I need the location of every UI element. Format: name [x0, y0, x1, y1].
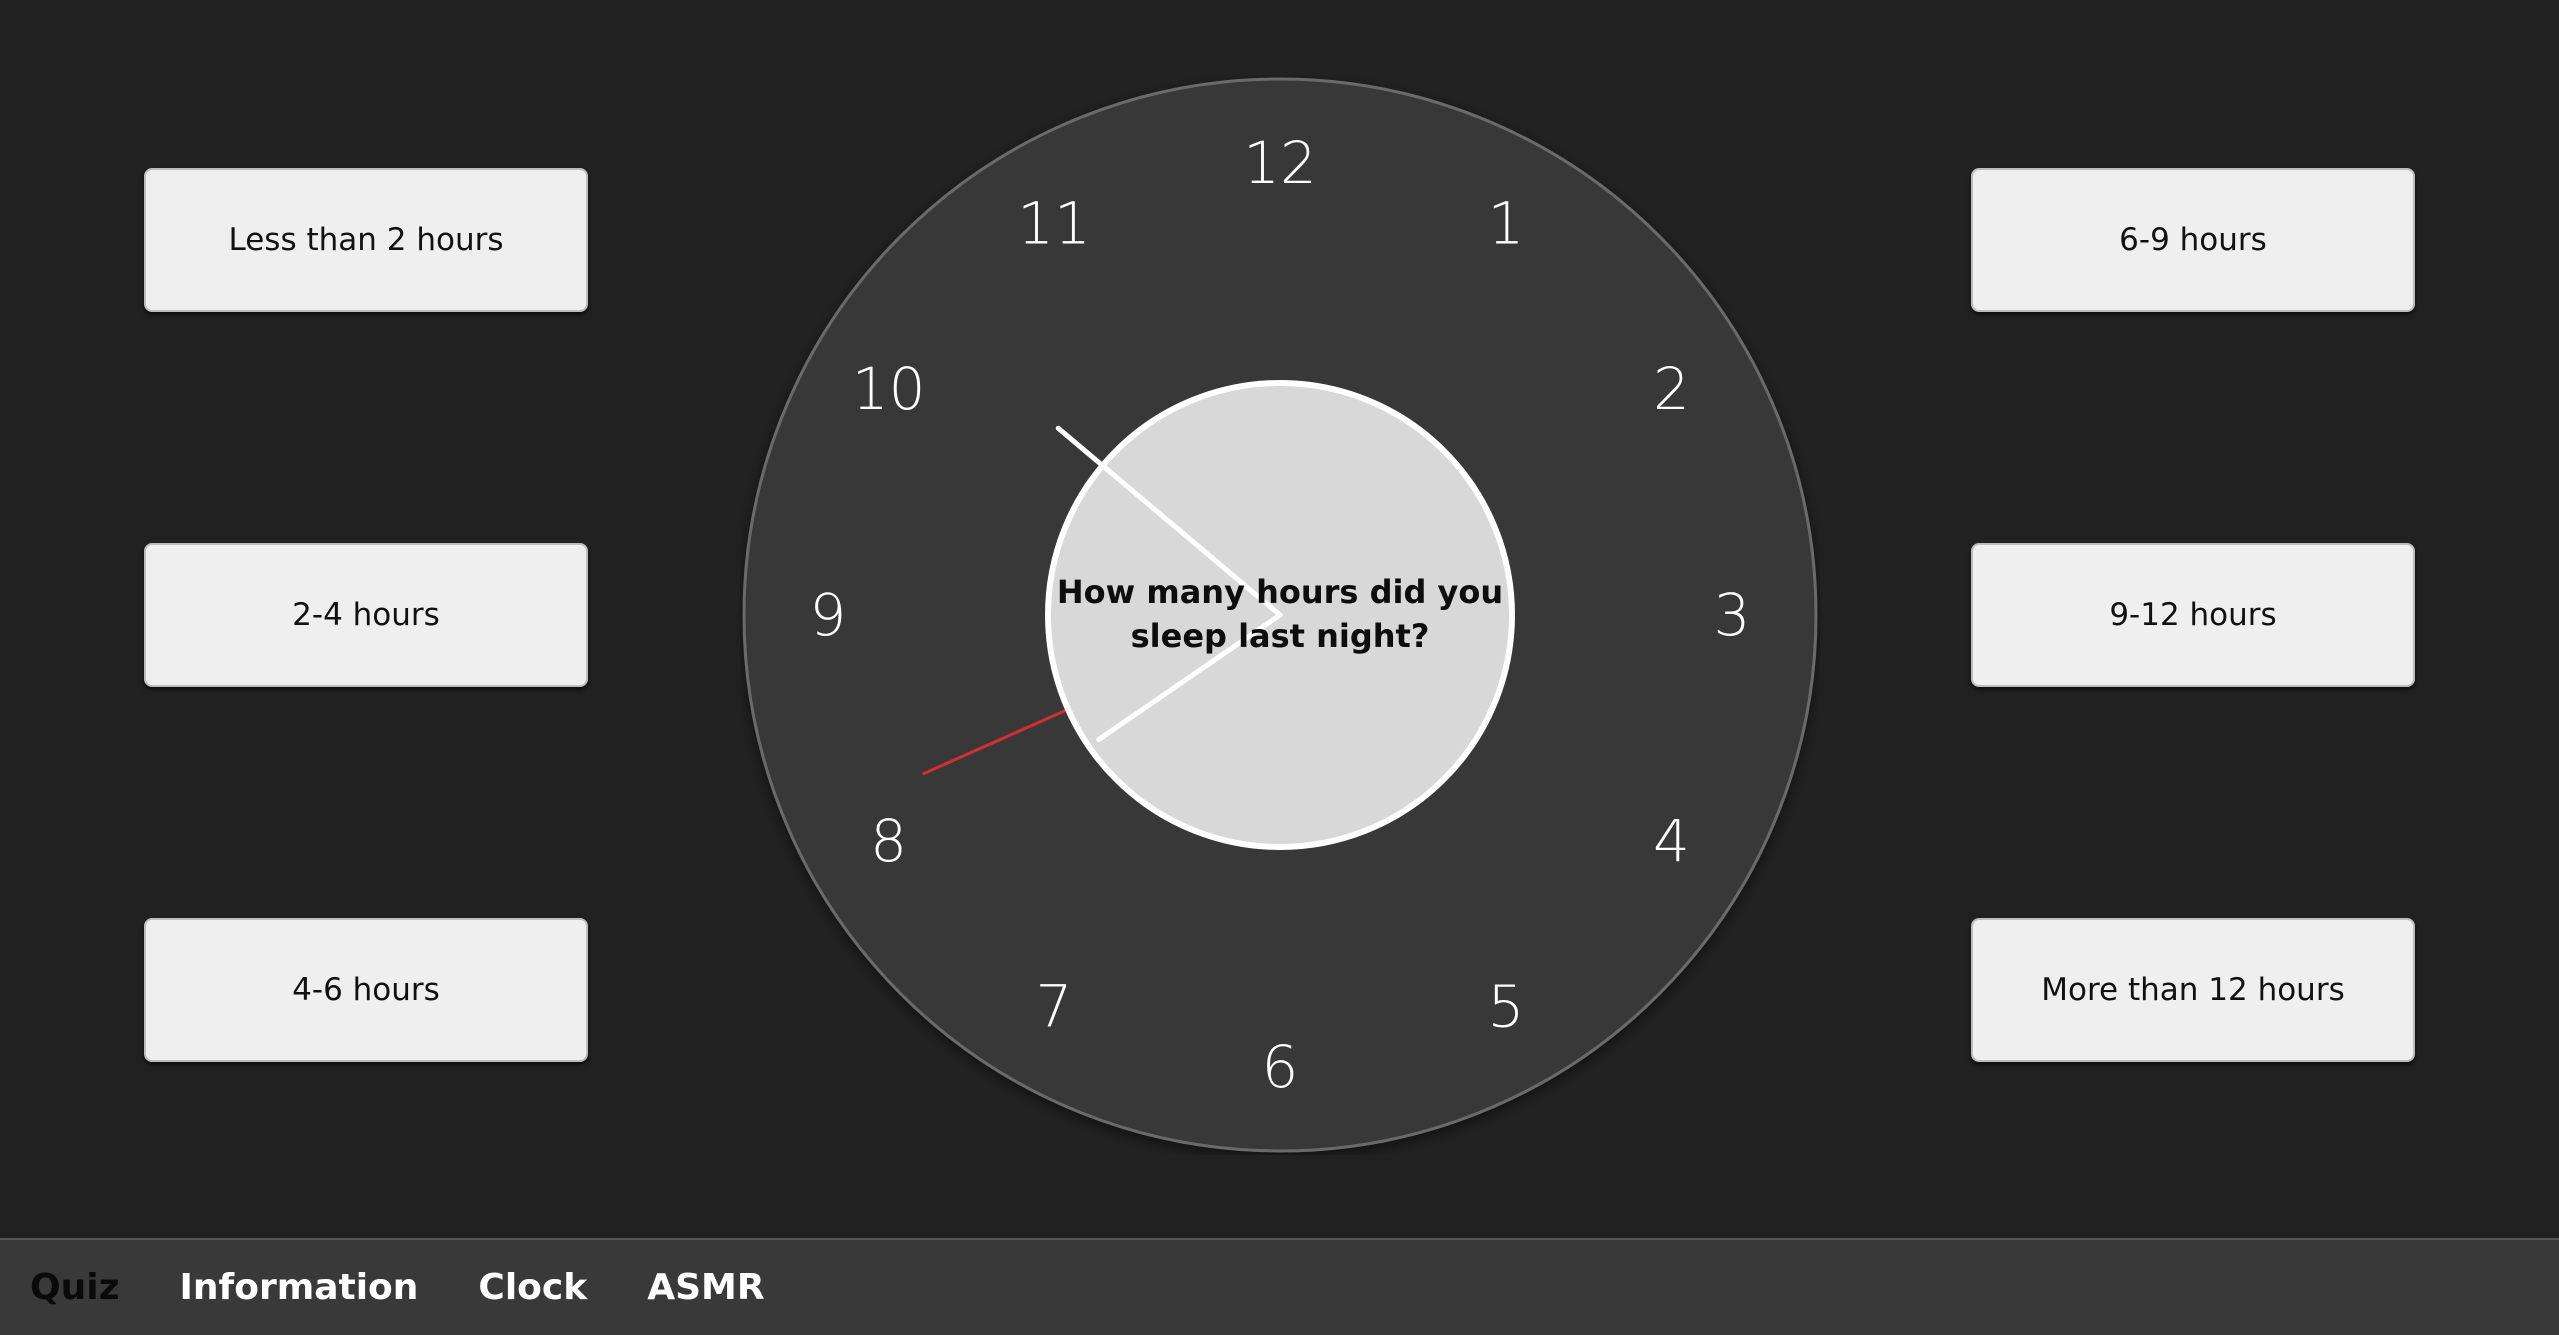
clock-numeral-4: 4 — [1653, 807, 1690, 875]
nav-asmr[interactable]: ASMR — [647, 1267, 764, 1308]
clock-numeral-1: 1 — [1488, 190, 1525, 258]
clock-numeral-6: 6 — [1262, 1033, 1299, 1101]
answer-4-6-hours-button[interactable]: 4-6 hours — [144, 918, 588, 1062]
clock-numeral-5: 5 — [1488, 972, 1525, 1040]
answer-more-than-12-hours-button[interactable]: More than 12 hours — [1971, 918, 2415, 1062]
bottom-navbar: Quiz Information Clock ASMR — [0, 1238, 2559, 1335]
answer-less-than-2-hours-button[interactable]: Less than 2 hours — [144, 168, 588, 312]
nav-quiz[interactable]: Quiz — [30, 1267, 120, 1308]
answer-2-4-hours-button[interactable]: 2-4 hours — [144, 543, 588, 687]
nav-information[interactable]: Information — [180, 1267, 419, 1308]
quiz-question: How many hours did you sleep last night? — [1056, 573, 1504, 655]
clock-numeral-10: 10 — [852, 355, 926, 423]
clock-numeral-9: 9 — [810, 581, 847, 649]
clock-numeral-3: 3 — [1714, 581, 1751, 649]
answer-6-9-hours-button[interactable]: 6-9 hours — [1971, 168, 2415, 312]
clock-numeral-2: 2 — [1653, 355, 1690, 423]
clock-numeral-7: 7 — [1036, 972, 1073, 1040]
nav-clock[interactable]: Clock — [478, 1267, 587, 1308]
clock-numeral-12: 12 — [1243, 129, 1317, 197]
clock-numeral-8: 8 — [870, 807, 907, 875]
quiz-stage: Less than 2 hours 2-4 hours 4-6 hours 6-… — [0, 0, 2559, 1238]
clock-numeral-11: 11 — [1017, 190, 1091, 258]
answer-9-12-hours-button[interactable]: 9-12 hours — [1971, 543, 2415, 687]
